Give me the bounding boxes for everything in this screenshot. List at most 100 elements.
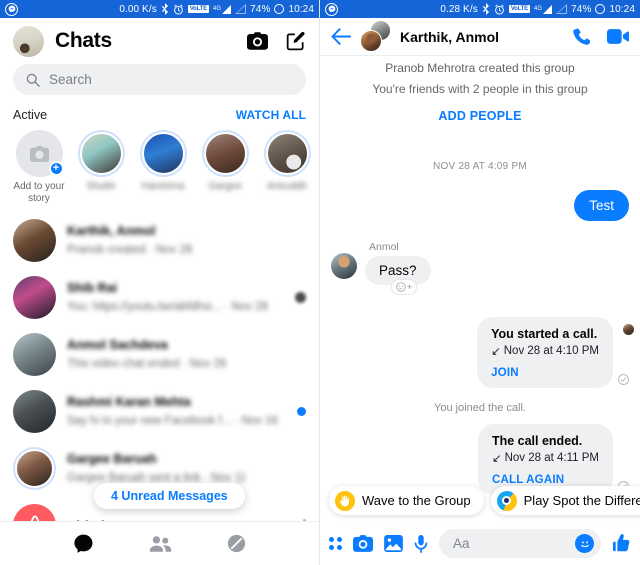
list-item[interactable]: Rashmi Karan Mehta Say hi to your new Fa… (0, 383, 319, 440)
signal-secondary-icon (235, 4, 247, 14)
list-item-text: Shib Rai You: https://youtu.be/abfdhsi..… (67, 280, 284, 316)
camera-icon[interactable] (247, 32, 268, 50)
status-bar-left-group (325, 2, 338, 16)
phone-icon[interactable] (573, 28, 590, 45)
story-label: Gargee (208, 181, 242, 192)
spot-chip-label: Play Spot the Difference (523, 493, 640, 508)
list-item[interactable]: Karthik, Anmol Pranob created · Nov 28 (0, 212, 319, 269)
status-bar-left-group (5, 2, 18, 16)
apps-grid-icon[interactable] (329, 537, 342, 550)
suggestion-chips: Wave to the Group Play Spot the Differen… (320, 486, 640, 522)
avatar (13, 333, 56, 376)
add-reaction-plus: + (407, 282, 413, 292)
battery-percent-label: 74% (250, 3, 271, 15)
clock-label: 10:24 (609, 3, 635, 15)
active-label: Active (13, 108, 48, 122)
story-item[interactable]: Shubh (70, 130, 132, 204)
call-again-button[interactable]: CALL AGAIN (492, 474, 599, 486)
call-card-time: ↙ Nov 28 at 4:11 PM (492, 451, 599, 465)
system-message-friends: You're friends with 2 people in this gro… (372, 82, 588, 96)
alarm-icon (494, 4, 505, 15)
add-reaction-icon[interactable]: + (391, 279, 418, 295)
search-input[interactable]: Search (13, 64, 306, 95)
back-arrow-icon[interactable] (331, 28, 351, 45)
story-avatar[interactable] (139, 130, 187, 177)
camera-icon[interactable] (353, 535, 373, 552)
video-icon[interactable] (607, 29, 629, 44)
story-item[interactable]: Harshima (132, 130, 194, 204)
story-item[interactable]: Gargee (194, 130, 256, 204)
wave-chip-label: Wave to the Group (362, 493, 471, 508)
add-story-plus-icon: + (48, 161, 64, 176)
story-label: Harshima (141, 181, 185, 192)
message-placeholder: Aa (453, 536, 470, 551)
bluetooth-icon (482, 3, 490, 15)
battery-icon (595, 4, 606, 14)
call-arrow-icon: ↙ (491, 453, 502, 465)
call-card-time: ↙ Nov 28 at 4:10 PM (491, 344, 599, 358)
list-item-text: Anmol Sachdeva This video chat ended · N… (67, 337, 295, 373)
call-card-title: You started a call. (491, 327, 598, 341)
emoji-icon[interactable] (575, 534, 594, 553)
profile-avatar[interactable] (13, 25, 44, 57)
messenger-icon (5, 2, 18, 16)
message-bubble-outgoing[interactable]: Test (574, 190, 629, 221)
page-title: Chats (55, 29, 112, 52)
unread-badge (297, 407, 306, 416)
system-message-created: Pranob Mehrotra created this group (385, 61, 575, 75)
network-type-label: 4G (212, 5, 222, 12)
header-actions (247, 31, 306, 51)
message-input[interactable]: Aa (439, 529, 601, 558)
unread-messages-pill[interactable]: 4 Unread Messages (94, 483, 245, 509)
list-item-status (297, 407, 306, 416)
messenger-chats-screen: 0.00 K/s VoLTE 4G 74% 10:24 Chats Search… (0, 0, 320, 565)
seen-avatar-badge (295, 292, 306, 303)
messenger-thread-screen: 0.28 K/s VoLTE 4G 74% 10:24 Karthik, Anm… (320, 0, 640, 565)
thread-actions (573, 28, 629, 45)
story-item[interactable]: Aniruddh (256, 130, 318, 204)
call-time-label: Nov 28 at 4:11 PM (504, 452, 599, 464)
list-item[interactable]: Shib Rai You: https://youtu.be/abfdhsi..… (0, 269, 319, 326)
list-item-text: Karthik, Anmol Pranob created · Nov 28 (67, 223, 295, 259)
add-to-story[interactable]: + Add to your story (8, 130, 70, 204)
thumbs-up-icon[interactable] (612, 534, 631, 553)
discover-icon[interactable] (227, 534, 246, 553)
add-story-circle[interactable]: + (15, 130, 64, 177)
day-timestamp: NOV 28 AT 4:09 PM (433, 161, 527, 172)
people-icon[interactable] (149, 535, 172, 553)
spot-difference-chip[interactable]: Play Spot the Difference (490, 486, 640, 515)
gallery-icon[interactable] (384, 535, 403, 552)
compose-icon[interactable] (286, 31, 306, 51)
alarm-icon (173, 4, 184, 15)
avatar (331, 253, 357, 279)
system-message-joined: You joined the call. (434, 402, 526, 414)
join-call-button[interactable]: JOIN (491, 367, 599, 379)
call-ended-card[interactable]: The call ended. ↙ Nov 28 at 4:11 PM CALL… (477, 424, 613, 495)
story-avatar[interactable] (201, 130, 249, 177)
call-card-title: The call ended. (491, 434, 583, 448)
chat-name: Gargee Baruah (67, 451, 157, 466)
bottom-navigation (0, 521, 319, 565)
call-started-card[interactable]: You started a call. ↙ Nov 28 at 4:10 PM … (477, 317, 613, 388)
list-item-text: Rashmi Karan Mehta Say hi to your new Fa… (67, 394, 286, 430)
battery-percent-label: 74% (571, 3, 592, 15)
list-item-status (295, 292, 306, 303)
avatar (13, 390, 56, 433)
message-row-incoming: Anmol Pass? + (331, 241, 629, 295)
watch-all-button[interactable]: WATCH ALL (236, 108, 306, 122)
call-arrow-icon: ↙ (491, 346, 501, 358)
chat-bubble-icon[interactable] (73, 533, 94, 554)
story-avatar[interactable] (77, 130, 125, 177)
message-composer: Aa (320, 522, 640, 565)
story-avatar[interactable] (263, 130, 311, 177)
wave-icon (335, 490, 355, 511)
wave-to-group-chip[interactable]: Wave to the Group (329, 486, 484, 515)
network-type-label: 4G (533, 5, 543, 12)
group-avatar[interactable] (360, 20, 391, 52)
volte-icon: VoLTE (508, 5, 530, 13)
thread-title: Karthik, Anmol (400, 28, 500, 45)
microphone-icon[interactable] (414, 534, 428, 553)
list-item[interactable]: Anmol Sachdeva This video chat ended · N… (0, 326, 319, 383)
add-people-button[interactable]: ADD PEOPLE (331, 109, 629, 123)
status-bar-right-group: 0.28 K/s VoLTE 4G 74% 10:24 (440, 3, 635, 15)
